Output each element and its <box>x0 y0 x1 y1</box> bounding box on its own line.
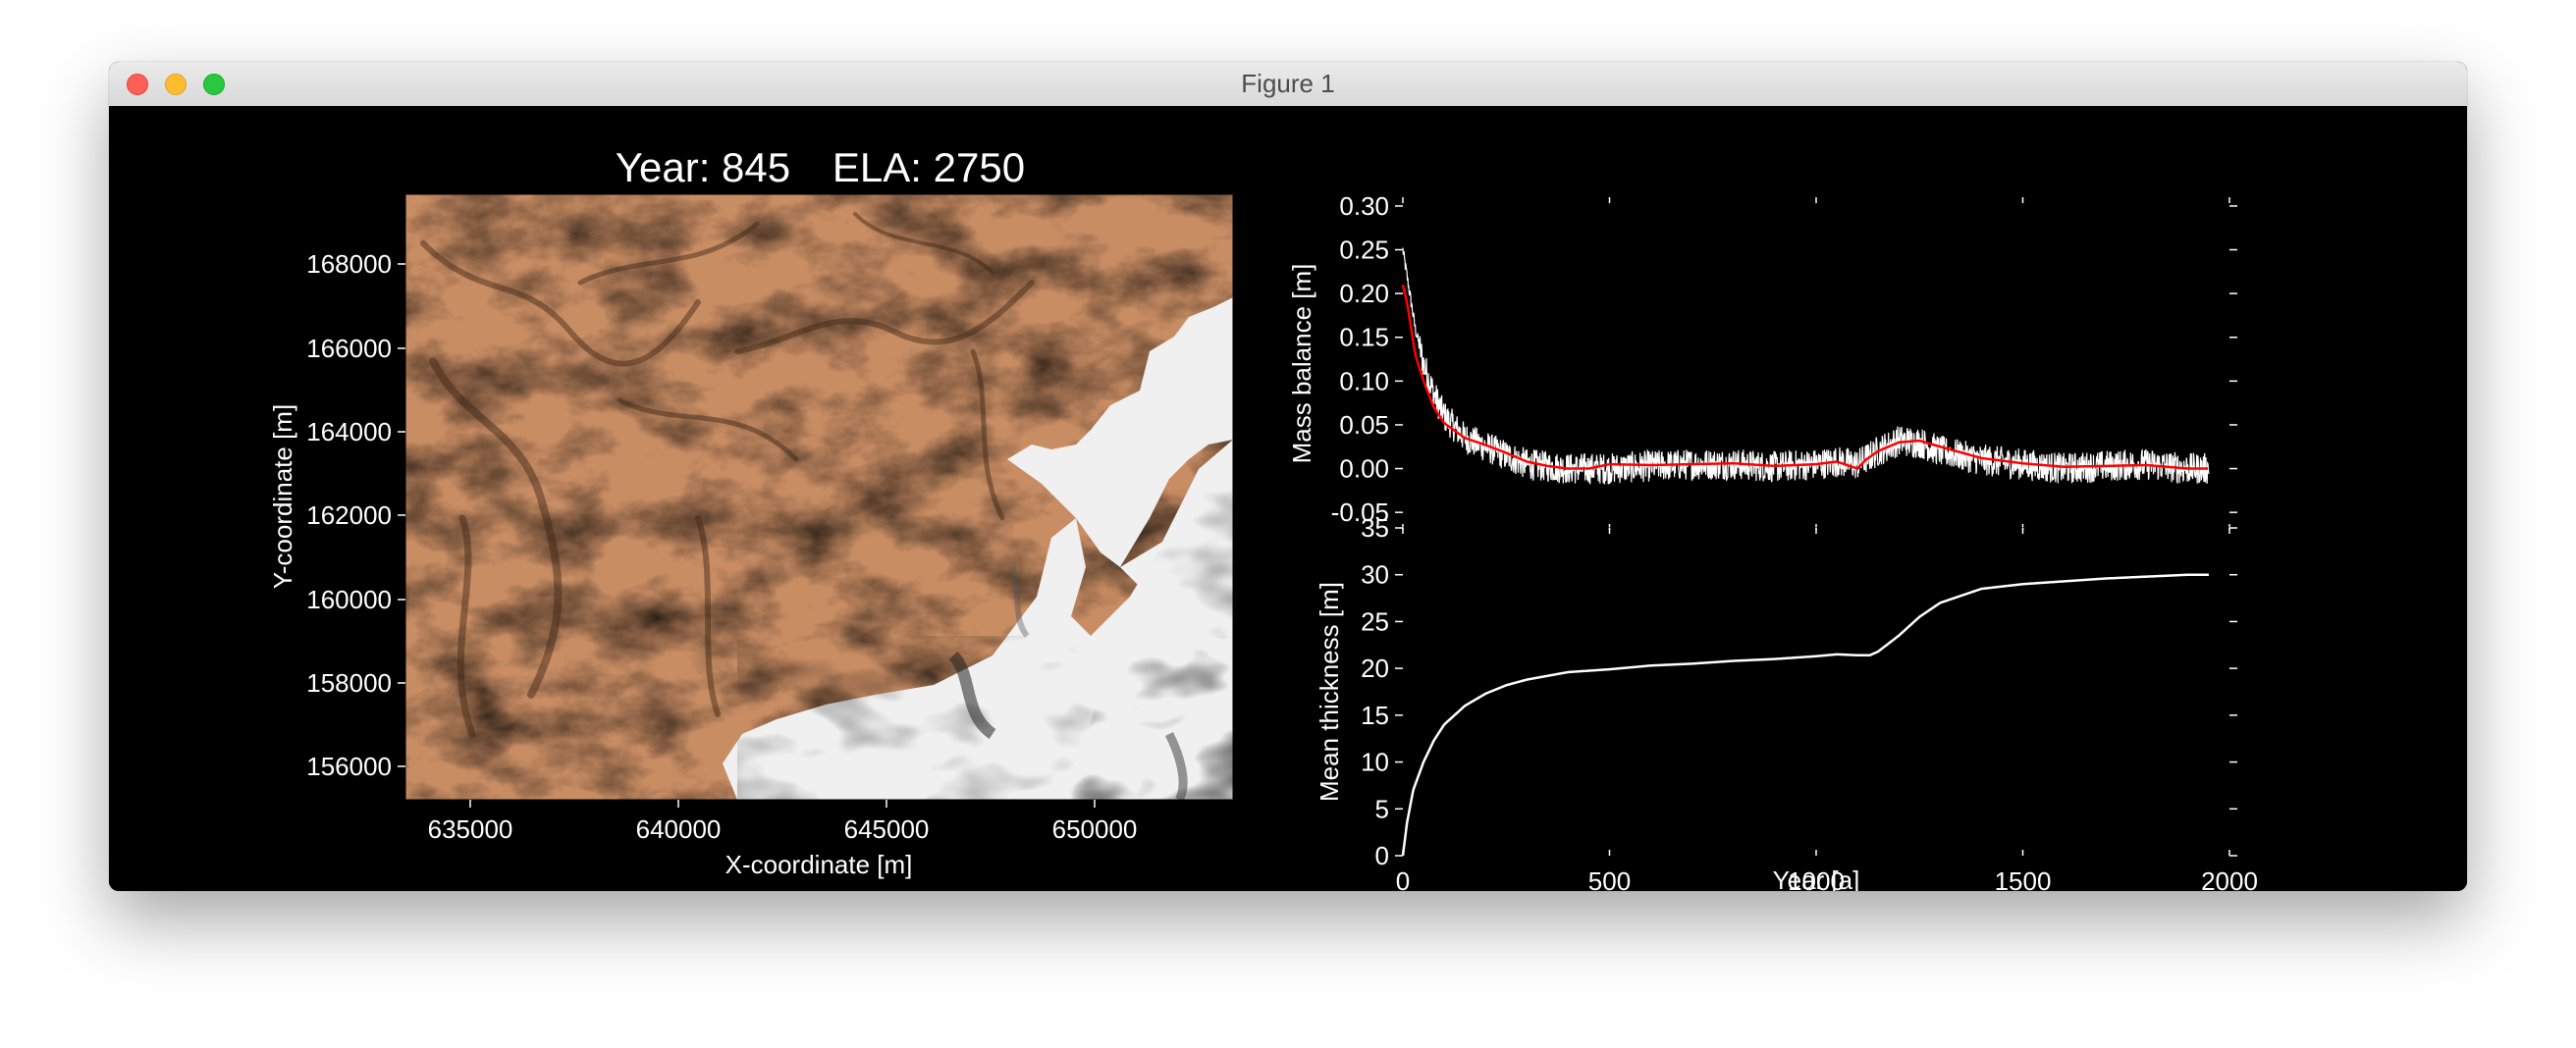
y-tick-label: 0.25 <box>1339 236 1389 265</box>
plot-area <box>1402 196 2230 531</box>
y-tick-label: 0.10 <box>1339 366 1389 395</box>
map-xtick-label: 645000 <box>844 814 930 844</box>
mean-thickness-y-axis-label: Mean thickness [m] <box>1315 582 1344 802</box>
map-xtick-label: 650000 <box>1052 814 1138 844</box>
map-title-ela: ELA: 2750 <box>832 144 1025 190</box>
map-ytick-label: 166000 <box>306 334 392 363</box>
y-tick-label: 20 <box>1361 654 1389 683</box>
map-x-axis-label: X-coordinate [m] <box>725 850 913 879</box>
x-tick-label: 1500 <box>1995 866 2052 891</box>
y-tick-label: 30 <box>1361 560 1389 590</box>
y-tick-label: 0.20 <box>1339 279 1389 308</box>
mass-balance-annual-line <box>1402 247 2210 485</box>
mean-thickness-x-axis-label: Year [a] <box>1773 865 1860 891</box>
mass-balance-smoothed-line <box>1401 284 2209 470</box>
map-ytick-label: 160000 <box>306 585 392 614</box>
mean-thickness-y-ticks: 0 5 10 15 20 25 30 35 <box>1361 513 1389 870</box>
y-tick-label: 0.05 <box>1339 410 1389 440</box>
map-y-tick-labels: 156000 158000 160000 162000 164000 16600… <box>306 249 392 781</box>
x-tick-label: 2000 <box>2201 866 2258 891</box>
y-tick-label: 0.30 <box>1339 191 1389 221</box>
y-tick-label: 35 <box>1361 513 1389 543</box>
y-tick-label: 0.00 <box>1339 454 1389 484</box>
map-xtick-label: 635000 <box>428 814 513 844</box>
x-tick-label: 500 <box>1588 866 1631 891</box>
map-y-axis-label: Y-coordinate [m] <box>268 404 297 589</box>
y-tick-label: 25 <box>1361 606 1389 636</box>
mean-thickness-chart: 05101520253035 0 500 1000 1500 2000 Mean thi… <box>1315 513 2258 891</box>
figure-svg: Year: 845 ELA: 2750 635000 640000 645000… <box>268 144 2258 891</box>
y-tick-label: 0 <box>1375 841 1389 870</box>
mass-balance-axes <box>1395 196 2237 531</box>
map-ytick-label: 164000 <box>306 417 392 446</box>
mass-balance-y-axis-label: Mass balance [m] <box>1287 264 1316 464</box>
map-ytick-label: 162000 <box>306 500 392 530</box>
y-tick-label: 15 <box>1361 701 1389 730</box>
figure-canvas: Year: 845 ELA: 2750 635000 640000 645000… <box>109 106 2467 891</box>
map-x-tick-labels: 635000 640000 645000 650000 <box>428 814 1138 844</box>
map-ytick-label: 158000 <box>306 668 392 698</box>
y-tick-label: 0.15 <box>1339 323 1389 352</box>
plot-area <box>1402 527 2230 857</box>
window-title: Figure 1 <box>1241 69 1335 98</box>
mass-balance-series <box>1401 247 2210 485</box>
mass-balance-y-ticks: -0.050.000.050.100.150.200.250.30 <box>1331 191 1389 527</box>
map-ytick-label: 156000 <box>306 752 392 781</box>
mass-balance-chart: -0.050.000.050.100.150.200.250.30 Mass b… <box>1287 191 2237 531</box>
y-tick-label: 5 <box>1375 794 1389 823</box>
figure-window: Figure 1 Year: 845 ELA: 2750 635000 6400… <box>109 62 2467 891</box>
map-panel: Year: 845 ELA: 2750 635000 640000 645000… <box>268 144 1234 879</box>
mean-thickness-series <box>1401 573 2209 857</box>
map-title-year: Year: 845 <box>616 144 790 190</box>
map-xtick-label: 640000 <box>636 814 722 844</box>
y-tick-label: 10 <box>1361 748 1389 777</box>
map-ytick-label: 168000 <box>306 249 392 279</box>
window-titlebar[interactable]: Figure 1 <box>109 62 2467 107</box>
x-tick-label: 0 <box>1396 866 1410 891</box>
map-image <box>405 194 1233 800</box>
mean-thickness-line <box>1401 573 2209 857</box>
